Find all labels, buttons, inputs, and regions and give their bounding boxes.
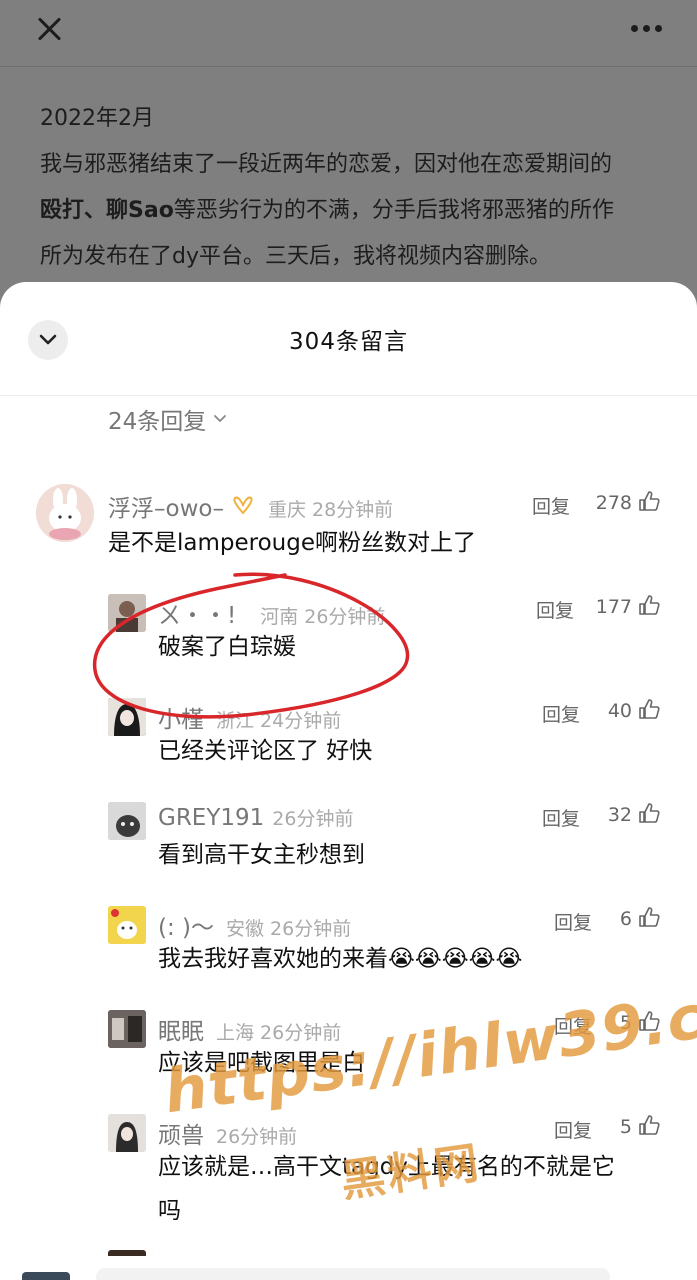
bunny-avatar-icon [36, 484, 94, 542]
reply-button[interactable]: 回复 [542, 700, 580, 727]
comment-time: 24分钟前 [260, 710, 342, 732]
reply-button[interactable]: 回复 [554, 908, 592, 935]
avatar[interactable] [108, 1114, 146, 1152]
thumbs-up-icon[interactable] [638, 1114, 660, 1136]
comment-text: 应该是吧截图里是白 [158, 1050, 365, 1076]
photo-avatar-icon [108, 1114, 146, 1152]
close-icon[interactable] [34, 14, 64, 44]
chevron-down-icon [214, 415, 227, 423]
comment-meta: 顽兽 26分钟前 [158, 1116, 297, 1150]
article-bold-text: 殴打、聊Sao [40, 198, 174, 223]
comment-time: 26分钟前 [216, 1126, 298, 1148]
thumbs-up-icon[interactable] [638, 698, 660, 720]
comments-sheet: 304条留言 24条回复 浮浮–owo– 重庆 28分钟前 回复 278 是不是… [0, 282, 697, 1280]
comment-text: 破案了白琮媛 [158, 634, 296, 660]
comment-text: 我去我好喜欢她的来着😭😭😭😭😭 [158, 946, 523, 972]
thumbs-up-icon[interactable] [638, 802, 660, 824]
comment-location: 上海 [216, 1022, 255, 1044]
photo-avatar-icon [108, 698, 146, 736]
avatar[interactable] [108, 802, 146, 840]
top-bar [0, 0, 697, 60]
comment-text: 是不是lamperouge啊粉丝数对上了 [108, 530, 476, 556]
like-count: 278 [595, 492, 632, 514]
sheet-header: 304条留言 [0, 282, 697, 396]
avatar[interactable] [108, 906, 146, 944]
like-count: 6 [619, 908, 632, 930]
comment-author[interactable]: 浮浮–owo– [108, 489, 224, 523]
comment-text: 看到高干女主秒想到 [158, 842, 365, 868]
thumbs-up-icon[interactable] [638, 594, 660, 616]
comment-meta: 浮浮–owo– 重庆 28分钟前 [108, 489, 393, 523]
cartoon-avatar-icon [108, 906, 146, 944]
comment-time: 26分钟前 [272, 808, 354, 830]
comment-author[interactable]: 眠眠 [158, 1012, 204, 1046]
comment-author[interactable]: (: )～ [158, 908, 214, 942]
comment-location: 浙江 [216, 710, 255, 732]
reply-button[interactable]: 回复 [536, 596, 574, 623]
sheet-title: 304条留言 [289, 329, 408, 355]
article-body: 我与邪恶猪结束了一段近两年的恋爱，因对他在恋爱期间的 殴打、聊Sao等恶劣行为的… [40, 142, 670, 280]
comment-meta: ㄨ・・! 河南 26分钟前 [158, 596, 385, 630]
comment-text: 应该就是…高干文tagdy上最有名的不就是它 [158, 1154, 615, 1180]
comment-input[interactable] [96, 1268, 610, 1280]
avatar[interactable] [108, 1010, 146, 1048]
comment-meta: 眠眠 上海 26分钟前 [158, 1012, 341, 1046]
badge-icon [233, 496, 253, 515]
like-count: 32 [607, 804, 632, 826]
like-count: 40 [607, 700, 632, 722]
comment-location: 河南 [260, 606, 299, 628]
avatar[interactable] [108, 594, 146, 632]
comment-time: 26分钟前 [260, 1022, 342, 1044]
thumbs-up-icon[interactable] [638, 1010, 660, 1032]
thumbs-up-icon[interactable] [638, 906, 660, 928]
comment-text-line-2: 吗 [158, 1198, 181, 1224]
article-line-2: 殴打、聊Sao等恶劣行为的不满，分手后我将邪恶猪的所作 [40, 188, 670, 234]
divider [0, 66, 697, 67]
article-line-1: 我与邪恶猪结束了一段近两年的恋爱，因对他在恋爱期间的 [40, 152, 613, 177]
reply-button[interactable]: 回复 [542, 804, 580, 831]
comment-meta: (: )～ 安徽 26分钟前 [158, 908, 351, 942]
comment-location: 安徽 [226, 918, 265, 940]
comment-meta: GREY191 26分钟前 [158, 804, 353, 831]
photo-avatar-icon [108, 594, 146, 632]
avatar[interactable] [108, 698, 146, 736]
cat-avatar-icon [108, 802, 146, 840]
article-background: 2022年2月 我与邪恶猪结束了一段近两年的恋爱，因对他在恋爱期间的 殴打、聊S… [0, 0, 697, 300]
comment-text: 已经关评论区了 好快 [158, 738, 373, 764]
reply-button[interactable]: 回复 [532, 492, 570, 519]
like-count: 5 [619, 1116, 632, 1138]
reply-button[interactable]: 回复 [554, 1012, 592, 1039]
like-count: 5 [619, 1012, 632, 1034]
replies-toggle[interactable]: 24条回复 [108, 402, 228, 436]
comment-author[interactable]: GREY191 [158, 805, 264, 831]
article-line-2-rest: 等恶劣行为的不满，分手后我将邪恶猪的所作 [173, 198, 614, 223]
photo-avatar-icon [108, 1010, 146, 1048]
reply-button[interactable]: 回复 [554, 1116, 592, 1143]
comment-author[interactable]: ㄨ・・! [158, 596, 236, 630]
comment-location: 重庆 [267, 499, 306, 521]
comment-time: 28分钟前 [311, 499, 394, 521]
article-date: 2022年2月 [40, 106, 154, 131]
comment-author[interactable]: 顽兽 [158, 1116, 204, 1150]
article-line-3: 所为发布在了dy平台。三天后，我将视频内容删除。 [40, 244, 551, 269]
more-options-icon[interactable] [631, 18, 665, 38]
comment-time: 26分钟前 [270, 918, 352, 940]
replies-toggle-label: 24条回复 [108, 409, 207, 435]
comment-author[interactable]: 小槿 [158, 700, 204, 734]
avatar[interactable] [36, 484, 94, 542]
comment-time: 26分钟前 [304, 606, 386, 628]
avatar [22, 1272, 70, 1280]
thumbs-up-icon[interactable] [638, 490, 660, 512]
like-count: 177 [595, 596, 632, 618]
comment-meta: 小槿 浙江 24分钟前 [158, 700, 341, 734]
